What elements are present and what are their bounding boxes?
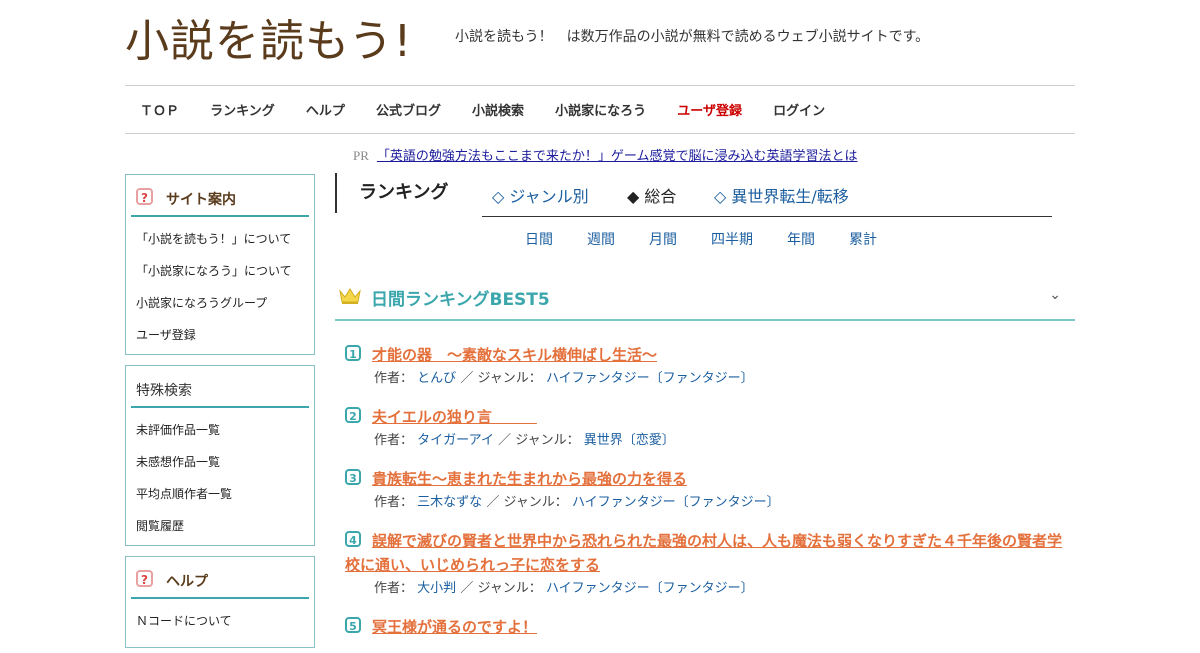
question-icon: ? <box>136 188 153 205</box>
sidebar-item-narou-group[interactable]: 小説家になろうグループ <box>136 289 304 321</box>
nav-top[interactable]: ＴＯＰ <box>140 100 179 119</box>
nav-narou[interactable]: 小説家になろう <box>555 100 646 119</box>
novel-meta: 作者： 大小判 ／ ジャンル： ハイファンタジー〔ファンタジー〕 <box>345 577 1070 601</box>
ranking-item: 4 誤解で滅びの賢者と世界中から恐れられた最強の村人は、人も魔法も弱くなりすぎた… <box>345 529 1070 601</box>
author-link[interactable]: タイガーアイ <box>417 433 494 448</box>
rank-number: 1 <box>345 345 361 361</box>
genre-link[interactable]: ハイファンタジー〔ファンタジー〕 <box>546 371 754 386</box>
rank-number: 3 <box>345 469 361 485</box>
sidebar-item-about-narou[interactable]: 「小説家になろう」について <box>136 257 304 289</box>
ranking-item: 1 才能の器 ～素敵なスキル横伸ばし生活～ 作者： とんび ／ ジャンル： ハイ… <box>345 343 1070 391</box>
sidebar-special-search: 特殊検索 未評価作品一覧 未感想作品一覧 平均点順作者一覧 閲覧履歴 <box>125 365 315 546</box>
period-weekly[interactable]: 週間 <box>587 229 615 249</box>
nav-novel-search[interactable]: 小説検索 <box>472 100 524 119</box>
author-label: 作者： <box>374 581 414 596</box>
genre-label: ／ ジャンル： <box>460 371 542 386</box>
author-link[interactable]: 三木なずな <box>417 495 482 510</box>
sidebar-item-avg-score-authors[interactable]: 平均点順作者一覧 <box>136 480 304 512</box>
ranking-item: 5 冥王様が通るのですよ！ <box>345 615 1070 639</box>
page: 小説を読もう! 小説を読もう！ は数万作品の小説が無料で読めるウェブ小説サイトで… <box>125 0 1075 648</box>
author-link[interactable]: とんび <box>417 371 456 386</box>
author-label: 作者： <box>374 433 414 448</box>
genre-link[interactable]: ハイファンタジー〔ファンタジー〕 <box>546 581 754 596</box>
special-search-header: 特殊検索 <box>131 366 309 408</box>
ranking-list: 1 才能の器 ～素敵なスキル横伸ばし生活～ 作者： とんび ／ ジャンル： ハイ… <box>345 343 1070 653</box>
ranking-item: 3 貴族転生～恵まれた生まれから最強の力を得る 作者： 三木なずな ／ ジャンル… <box>345 467 1070 515</box>
period-total[interactable]: 累計 <box>849 229 877 249</box>
novel-title-link[interactable]: 夫イエルの独り言 <box>345 405 1070 429</box>
chevron-down-icon[interactable]: ⌄ <box>1049 287 1061 303</box>
ranking-tabs: ◇ ジャンル別 ◆ 総合 ◇ 異世界転生/転移 <box>482 173 1052 217</box>
nav-login[interactable]: ログイン <box>773 100 825 119</box>
novel-title-link[interactable]: 才能の器 ～素敵なスキル横伸ばし生活～ <box>345 343 1070 367</box>
sidebar-item-no-reviews[interactable]: 未感想作品一覧 <box>136 448 304 480</box>
nav-ranking[interactable]: ランキング <box>210 100 275 119</box>
rank-number: 5 <box>345 617 361 633</box>
novel-title-link[interactable]: 貴族転生～恵まれた生まれから最強の力を得る <box>345 467 1070 491</box>
period-quarterly[interactable]: 四半期 <box>711 229 753 249</box>
sidebar-item-unrated[interactable]: 未評価作品一覧 <box>136 416 304 448</box>
best5-title: 日間ランキングBEST5 <box>371 290 550 310</box>
pr-link[interactable]: 「英語の勉強方法もここまで来たか！」ゲーム感覚で脳に浸み込む英語学習法とは <box>377 149 858 164</box>
novel-title-link[interactable]: 冥王様が通るのですよ！ <box>345 615 1070 639</box>
genre-link[interactable]: ハイファンタジー〔ファンタジー〕 <box>572 495 780 510</box>
sidebar-item-user-register[interactable]: ユーザ登録 <box>136 321 304 353</box>
site-tagline: 小説を読もう！ は数万作品の小説が無料で読めるウェブ小説サイトです。 <box>455 29 930 45</box>
sidebar-item-ncode[interactable]: Ｎコードについて <box>136 607 304 639</box>
sidebar-item-history[interactable]: 閲覧履歴 <box>136 512 304 544</box>
period-daily[interactable]: 日間 <box>525 229 553 249</box>
author-link[interactable]: 大小判 <box>417 581 456 596</box>
sidebar-help: ? ヘルプ Ｎコードについて <box>125 556 315 648</box>
novel-meta: 作者： タイガーアイ ／ ジャンル： 異世界〔恋愛〕 <box>345 429 1070 453</box>
sidebar-site-guide: ? サイト案内 「小説を読もう！」について 「小説家になろう」について 小説家に… <box>125 174 315 355</box>
novel-meta: 作者： 三木なずな ／ ジャンル： ハイファンタジー〔ファンタジー〕 <box>345 491 1070 515</box>
pr-banner: PR 「英語の勉強方法もここまで来たか！」ゲーム感覚で脳に浸み込む英語学習法とは <box>353 145 858 164</box>
genre-label: ／ ジャンル： <box>498 433 580 448</box>
period-links: 日間 週間 月間 四半期 年間 累計 <box>525 229 911 249</box>
site-guide-header: ? サイト案内 <box>131 175 309 217</box>
sidebar-item-about-yomou[interactable]: 「小説を読もう！」について <box>136 225 304 257</box>
special-search-title: 特殊検索 <box>136 383 192 399</box>
genre-link[interactable]: 異世界〔恋愛〕 <box>584 433 675 448</box>
nav-official-blog[interactable]: 公式ブログ <box>376 100 441 119</box>
period-monthly[interactable]: 月間 <box>649 229 677 249</box>
pr-label: PR <box>353 148 369 163</box>
question-icon: ? <box>136 570 153 587</box>
author-label: 作者： <box>374 371 414 386</box>
novel-meta: 作者： とんび ／ ジャンル： ハイファンタジー〔ファンタジー〕 <box>345 367 1070 391</box>
global-nav: ＴＯＰ ランキング ヘルプ 公式ブログ 小説検索 小説家になろう ユーザ登録 ロ… <box>125 85 1075 134</box>
tab-overall[interactable]: ◆ 総合 <box>627 183 676 207</box>
genre-label: ／ ジャンル： <box>486 495 568 510</box>
rank-number: 2 <box>345 407 361 423</box>
tab-genre[interactable]: ◇ ジャンル別 <box>492 183 589 207</box>
rank-number: 4 <box>345 531 361 547</box>
site-guide-title: サイト案内 <box>166 192 236 208</box>
ranking-item: 2 夫イエルの独り言 作者： タイガーアイ ／ ジャンル： 異世界〔恋愛〕 <box>345 405 1070 453</box>
period-yearly[interactable]: 年間 <box>787 229 815 249</box>
tab-isekai[interactable]: ◇ 異世界転生/転移 <box>714 183 849 207</box>
nav-help[interactable]: ヘルプ <box>306 100 345 119</box>
best5-header[interactable]: 日間ランキングBEST5 ⌄ <box>335 273 1075 321</box>
novel-title-link[interactable]: 誤解で滅びの賢者と世界中から恐れられた最強の村人は、人も魔法も弱くなりすぎた４千… <box>345 529 1070 577</box>
logo-text: 小説を読もう! <box>125 16 413 67</box>
ranking-header: ランキング ◇ ジャンル別 ◆ 総合 ◇ 異世界転生/転移 <box>335 173 1075 217</box>
help-header: ? ヘルプ <box>131 557 309 599</box>
author-label: 作者： <box>374 495 414 510</box>
nav-user-register[interactable]: ユーザ登録 <box>677 100 742 119</box>
site-logo[interactable]: 小説を読もう! <box>125 14 430 70</box>
help-title: ヘルプ <box>166 574 208 590</box>
ranking-title: ランキング <box>335 173 448 213</box>
crown-icon <box>339 288 361 304</box>
genre-label: ／ ジャンル： <box>460 581 542 596</box>
